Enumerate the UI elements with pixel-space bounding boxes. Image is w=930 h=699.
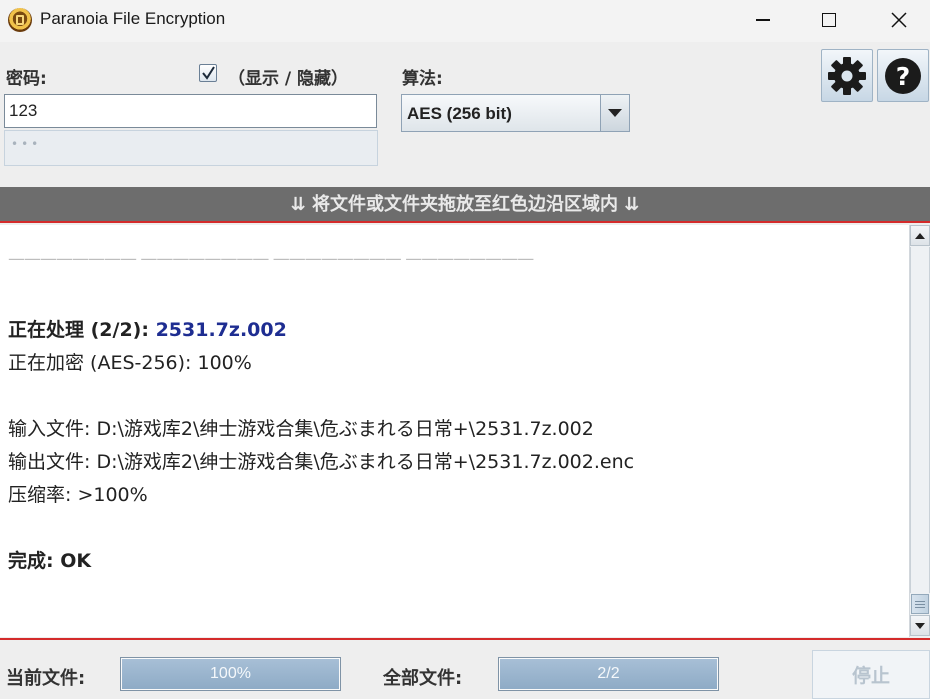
log-input-file: 输入文件: D:\游戏库2\绅士游戏合集\危ぶまれる日常+\2531.7z.00… [8,418,594,440]
algorithm-select[interactable]: AES (256 bit) [401,94,630,132]
maximize-button[interactable] [806,0,852,40]
dropdown-arrow-icon[interactable] [600,95,629,131]
show-hide-checkbox[interactable] [199,64,217,82]
current-file-label: 当前文件: [6,668,86,689]
svg-text:?: ? [896,62,911,91]
gear-icon [828,56,866,95]
log-output-file: 输出文件: D:\游戏库2\绅士游戏合集\危ぶまれる日常+\2531.7z.00… [8,451,635,473]
algorithm-label: 算法: [402,69,443,89]
all-files-progress: 2/2 [498,657,719,691]
arrow-down-icon [915,622,925,629]
log-output[interactable]: ———————— ———————— ———————— ———————— 正在处理… [0,225,909,637]
log-processing-label: 正在处理 (2/2): [8,319,156,341]
settings-button[interactable] [821,49,873,102]
title-bar: Paranoia File Encryption [0,0,930,42]
checkmark-icon [202,66,215,80]
help-button[interactable]: ? [877,49,929,102]
scroll-down-button[interactable] [910,615,930,636]
log-processing: 正在处理 (2/2): 2531.7z.002 [8,315,287,342]
drop-zone-banner[interactable]: ⇊ 将文件或文件夹拖放至红色边沿区域内 ⇊ [0,187,930,223]
log-done: 完成: OK [8,550,92,572]
close-button[interactable] [876,0,922,40]
padlock-app-icon [8,8,32,32]
current-file-progress-text: 100% [210,665,251,682]
password-label: 密码: [6,69,47,89]
scroll-track[interactable] [910,247,930,593]
log-encrypting: 正在加密 (AES-256): 100% [8,352,252,374]
show-hide-label[interactable]: （显示 / 隐藏） [228,64,348,89]
log-processing-file: 2531.7z.002 [155,319,287,341]
maximize-icon [822,13,836,27]
log-scrollbar[interactable] [909,225,930,637]
current-file-progress: 100% [120,657,341,691]
password-input[interactable] [4,94,377,128]
scroll-thumb[interactable] [911,594,929,614]
minimize-button[interactable] [740,0,786,40]
help-icon: ? [885,57,921,94]
algorithm-value: AES (256 bit) [407,104,512,123]
scroll-up-button[interactable] [910,225,930,246]
arrow-up-icon [915,232,925,239]
stop-button[interactable]: 停止 [812,650,930,699]
all-files-label: 全部文件: [383,668,463,689]
password-confirm-field[interactable]: ••• [4,130,378,166]
close-icon [891,12,907,28]
window-title: Paranoia File Encryption [40,9,226,28]
log-compression: 压缩率: >100% [8,484,148,506]
all-files-progress-text: 2/2 [597,665,620,682]
drop-zone-border [0,638,930,640]
minimize-icon [756,19,770,21]
log-separator: ———————— ———————— ———————— ———————— [8,249,534,269]
